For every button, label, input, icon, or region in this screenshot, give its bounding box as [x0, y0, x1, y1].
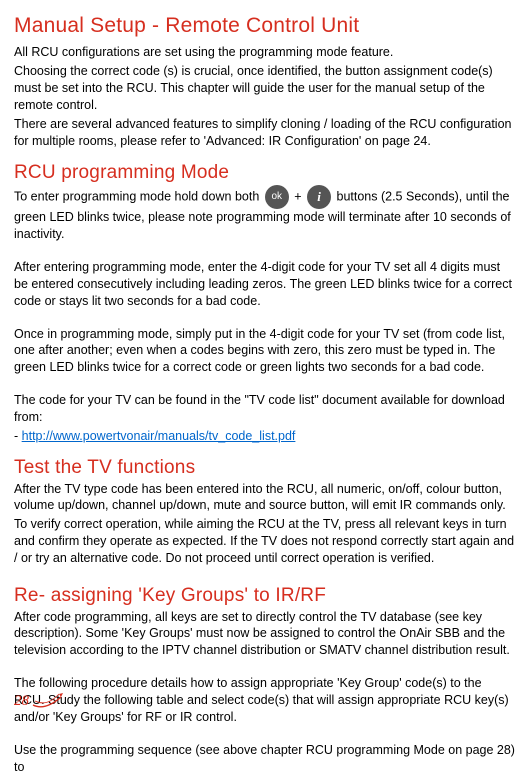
info-button-icon: i: [305, 185, 333, 209]
rcu-para-4: The code for your TV can be found in the…: [14, 392, 515, 426]
rcu-para-1: To enter programming mode hold down both…: [14, 185, 515, 243]
page-footer: 28: [14, 691, 65, 711]
intro-line-1: All RCU configurations are set using the…: [14, 44, 515, 61]
ok-button-label: ok: [265, 185, 289, 209]
test-para-1: After the TV type code has been entered …: [14, 481, 515, 515]
heading-rcu-programming: RCU programming Mode: [14, 160, 515, 186]
reassign-para-1: After code programming, all keys are set…: [14, 609, 515, 660]
rcu-para-2: After entering programming mode, enter t…: [14, 259, 515, 310]
intro-line-2: Choosing the correct code (s) is crucial…: [14, 63, 515, 114]
heading-reassigning: Re- assigning 'Key Groups' to IR/RF: [14, 583, 515, 609]
heading-test-tv: Test the TV functions: [14, 455, 515, 481]
swoosh-icon: [31, 691, 65, 711]
plus-text: +: [291, 190, 305, 204]
page-number: 28: [14, 691, 29, 711]
rcu-para-3: Once in programming mode, simply put in …: [14, 326, 515, 377]
link-prefix: -: [14, 429, 22, 443]
intro-line-3: There are several advanced features to s…: [14, 116, 515, 150]
rcu-link-line: - http://www.powertvonair/manuals/tv_cod…: [14, 428, 515, 445]
ok-button-icon: ok: [263, 185, 291, 209]
tv-code-list-link[interactable]: http://www.powertvonair/manuals/tv_code_…: [22, 429, 296, 443]
reassign-para-2: The following procedure details how to a…: [14, 675, 515, 726]
info-button-label: i: [307, 185, 331, 209]
reassign-para-3: Use the programming sequence (see above …: [14, 742, 515, 776]
page-title: Manual Setup - Remote Control Unit: [14, 12, 515, 40]
rcu-p1-text-a: To enter programming mode hold down both: [14, 190, 263, 204]
test-para-2: To verify correct operation, while aimin…: [14, 516, 515, 567]
